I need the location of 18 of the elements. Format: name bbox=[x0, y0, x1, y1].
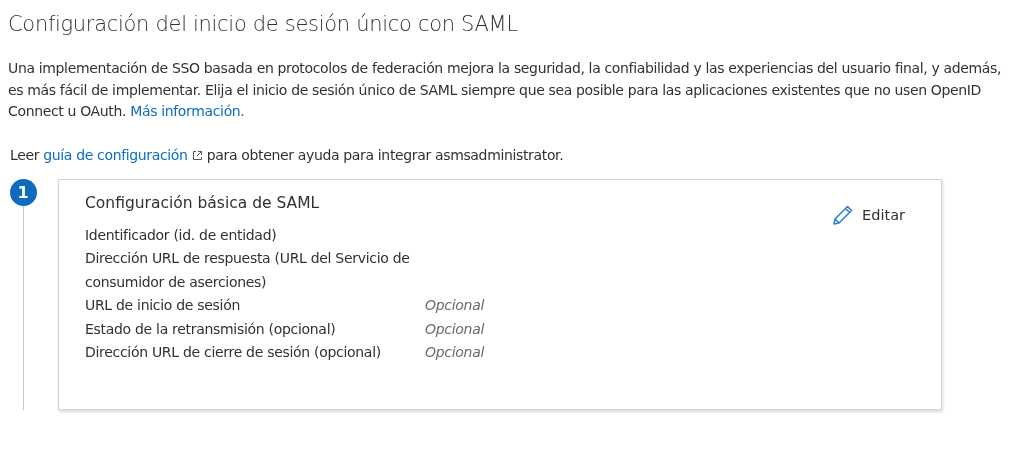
field-label: Identificador (id. de entidad) bbox=[85, 225, 278, 245]
field-value: Opcional bbox=[425, 343, 484, 362]
guide-sentence: Leer guía de configuración para obtener ayuda para integrar asmsadministrator. bbox=[10, 146, 565, 163]
card-title: Configuración básica de SAML bbox=[85, 193, 320, 212]
more-info-link[interactable]: Más información. bbox=[130, 103, 245, 119]
field-label: Dirección URL de cierre de sesión (opcional) bbox=[85, 343, 382, 362]
intro-paragraph: Una implementación de SSO basada en protocolos de federación mejora la seguridad, la confiabilidad y las experiencias del usuario final, y además, es más fácil de implementar. Elija el inicio de sesión único de SAML siempre que sea posible para las aplicaciones existentes que no usen OpenID Connect u OAuth. Más información. bbox=[8, 59, 1003, 121]
step-number-badge: 1 bbox=[9, 178, 37, 206]
field-value: Opcional bbox=[425, 319, 484, 339]
field-label: URL de inicio de sesión bbox=[85, 296, 241, 315]
edit-button[interactable]: Editar bbox=[832, 203, 905, 226]
field-label: Dirección URL de respuesta (URL del Servicio de consumidor de aserciones) bbox=[85, 249, 411, 292]
pencil-icon bbox=[832, 203, 855, 226]
external-link-icon bbox=[191, 149, 203, 161]
setup-guide-link[interactable]: guía de configuración bbox=[43, 146, 188, 163]
page-title: Configuración del inicio de sesión único con SAML bbox=[8, 12, 519, 36]
field-label: Estado de la retransmisión (opcional) bbox=[85, 319, 337, 339]
field-value: Opcional bbox=[425, 296, 484, 315]
